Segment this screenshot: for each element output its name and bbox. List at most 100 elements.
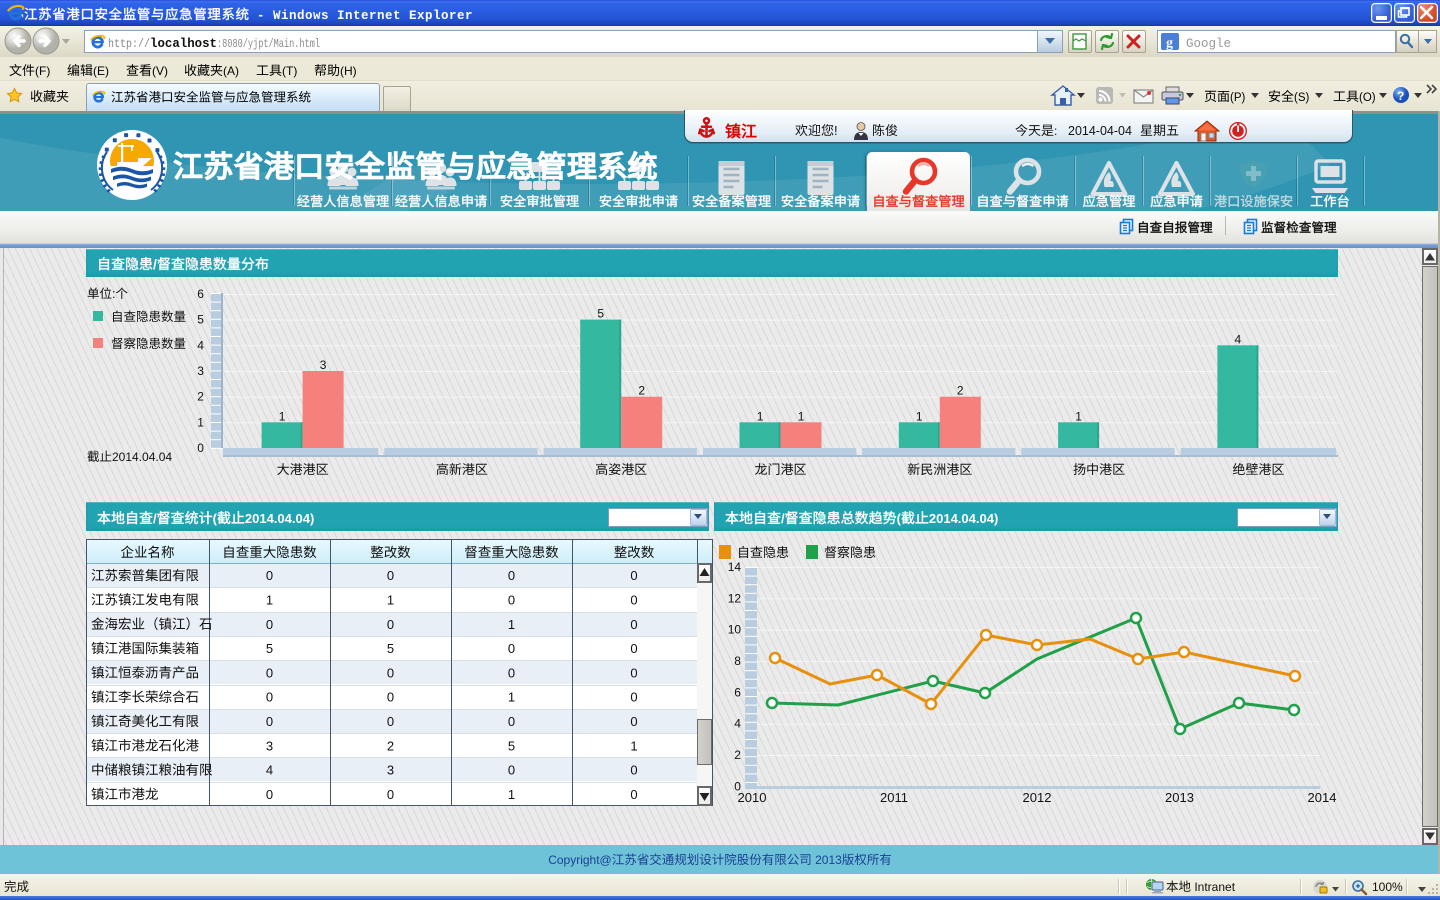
svg-text:4: 4 [734,717,741,731]
svg-text:1: 1 [508,690,515,705]
svg-text:Intranet: Intranet [1191,880,1236,894]
svg-text:0: 0 [630,690,637,705]
svg-text:1: 1 [916,409,923,423]
svg-text:0: 0 [508,568,515,583]
svg-text:0: 0 [630,617,637,632]
svg-text:0: 0 [630,787,637,802]
svg-text:(T): (T) [282,64,297,78]
svg-text:6: 6 [734,685,741,699]
svg-text:1: 1 [197,415,204,429]
svg-text:5: 5 [266,641,273,656]
svg-text:(F): (F) [35,64,50,78]
svg-text::: : [112,287,115,301]
svg-text:0: 0 [266,714,273,729]
svg-text:0: 0 [630,665,637,680]
svg-text:2010: 2010 [738,790,767,805]
svg-text:0: 0 [508,593,515,608]
svg-text:g: g [1166,36,1173,51]
svg-text:4: 4 [197,338,204,352]
svg-text:0: 0 [266,690,273,705]
svg-text:0: 0 [266,787,273,802]
svg-text:5: 5 [197,313,204,327]
svg-text:Google: Google [1186,37,1231,51]
svg-text:localhost: localhost [150,37,217,51]
svg-text:2: 2 [638,384,645,398]
svg-text:1: 1 [266,593,273,608]
svg-text:0: 0 [630,593,637,608]
svg-text:1: 1 [279,409,286,423]
svg-text:5: 5 [597,307,604,321]
svg-text:2011: 2011 [880,790,908,805]
svg-text:0: 0 [508,641,515,656]
svg-text:2013: 2013 [1165,790,1194,805]
svg-text:3: 3 [266,738,273,753]
svg-text:(: ( [897,511,902,526]
svg-text:5: 5 [387,641,394,656]
svg-text:0: 0 [387,690,394,705]
svg-text:0: 0 [630,714,637,729]
svg-text:2: 2 [387,738,394,753]
svg-text:0: 0 [387,617,394,632]
svg-text:/: / [153,256,157,272]
svg-text:(P): (P) [1230,92,1246,104]
svg-text:3: 3 [387,763,394,778]
svg-text:3: 3 [197,364,204,378]
svg-text:3: 3 [320,358,327,372]
svg-text:1: 1 [798,409,805,423]
svg-text:2014.04.04): 2014.04.04) [245,511,314,526]
svg-text:(O): (O) [1359,92,1376,104]
svg-text:0: 0 [630,568,637,583]
svg-text:0: 0 [630,763,637,778]
svg-text:/: / [781,511,785,526]
svg-text:2: 2 [957,384,964,398]
svg-text:8: 8 [734,654,741,668]
svg-text:10: 10 [728,623,742,637]
svg-text:1: 1 [508,617,515,632]
svg-text:1: 1 [757,409,764,423]
svg-text:4: 4 [1235,332,1242,346]
svg-text:0: 0 [508,665,515,680]
svg-text:1: 1 [1075,409,1082,423]
svg-text:0: 0 [197,441,204,455]
svg-text:2: 2 [197,390,204,404]
svg-text:- Windows Internet Explorer: - Windows Internet Explorer [249,9,473,23]
svg-text::8080/yjpt/Main.html: :8080/yjpt/Main.html [217,37,320,51]
svg-text:(E): (E) [93,64,109,78]
svg-text:12: 12 [728,591,742,605]
svg-text:?: ? [1397,89,1404,103]
svg-text:0: 0 [266,665,273,680]
svg-text:0: 0 [266,617,273,632]
svg-text:100%: 100% [1372,880,1403,894]
svg-text:1: 1 [387,593,394,608]
svg-text:0: 0 [508,714,515,729]
svg-text:0: 0 [387,665,394,680]
svg-text:!: ! [834,123,838,138]
svg-text:0: 0 [266,568,273,583]
svg-text:2: 2 [734,748,741,762]
svg-text:14: 14 [728,560,742,574]
svg-text:Copyright@: Copyright@ [548,853,612,867]
svg-text:/: / [153,511,157,526]
svg-text:0: 0 [387,714,394,729]
svg-text::: : [1054,124,1057,138]
svg-text:(V): (V) [152,64,168,78]
svg-text:2014.04.04: 2014.04.04 [112,450,172,464]
svg-text:0: 0 [508,763,515,778]
svg-text:2014-04-04: 2014-04-04 [1068,124,1132,138]
svg-text:2014: 2014 [1308,790,1337,805]
svg-text:http://: http:// [108,37,150,51]
svg-text:(S): (S) [1294,92,1310,104]
svg-text:2012: 2012 [1023,790,1052,805]
svg-text:0: 0 [387,787,394,802]
svg-text:2013: 2013 [812,853,842,867]
svg-text:(A): (A) [223,64,239,78]
svg-text:(H): (H) [340,64,357,78]
svg-text:1: 1 [508,787,515,802]
svg-text:4: 4 [266,763,273,778]
svg-text:2014.04.04): 2014.04.04) [929,511,998,526]
svg-text:1: 1 [630,738,637,753]
svg-text:0: 0 [630,641,637,656]
svg-text:6: 6 [197,287,204,301]
svg-text:5: 5 [508,738,515,753]
svg-text:(: ( [213,511,218,526]
